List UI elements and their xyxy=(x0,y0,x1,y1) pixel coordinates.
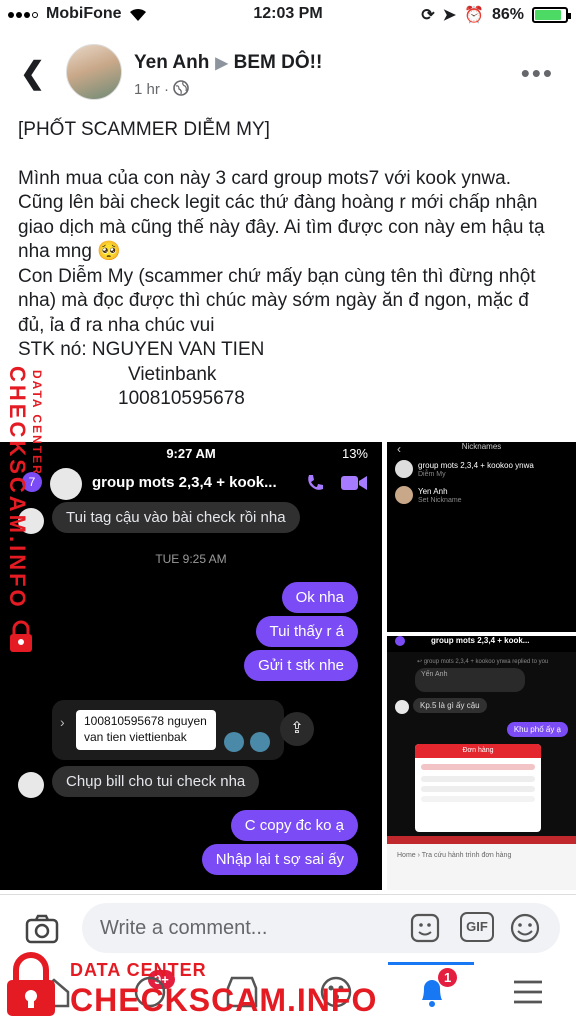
post-bank: Vietinbank xyxy=(128,363,217,385)
quoted-message: Yến Anh xyxy=(415,668,525,692)
shot-time: 9:27 AM xyxy=(166,446,216,461)
globe-icon xyxy=(173,80,190,96)
side-incoming-message: Kp.5 là gì ấy cậu xyxy=(413,698,487,713)
nickname-row-name: group mots 2,3,4 + kookoo ynwa xyxy=(418,461,534,470)
group-name[interactable]: BEM DÔ!! xyxy=(234,52,323,73)
reply-note: ↩ group mots 2,3,4 + kookoo ynwa replied… xyxy=(417,659,549,665)
status-bar: MobiFone 12:03 PM ⟳ ➤ ⏰ 86% xyxy=(0,0,576,30)
nicknames-screenshot[interactable]: ‹ Nicknames group mots 2,3,4 + kookoo yn… xyxy=(387,442,576,632)
incoming-message: Tui tag cậu vào bài check rồi nha xyxy=(52,502,300,533)
more-options-button[interactable]: ••• xyxy=(521,58,554,89)
back-button[interactable]: ❮ xyxy=(20,56,45,91)
order-screenshot: Đơn hàng xyxy=(415,744,541,832)
share-icon: ⇪ xyxy=(280,712,314,746)
nickname-row-name: Yen Anh xyxy=(418,487,448,496)
comment-placeholder: Write a comment... xyxy=(100,917,268,939)
active-tab-indicator xyxy=(388,962,474,965)
chevron-right-icon: › xyxy=(60,714,65,730)
camera-icon[interactable] xyxy=(24,911,60,947)
nicknames-title: Nicknames xyxy=(461,442,502,451)
rotation-lock-icon: ⟳ xyxy=(421,7,435,24)
nickname-row-sub: Set Nickname xyxy=(418,497,462,504)
telegram-icon xyxy=(224,732,244,752)
battery-icon xyxy=(532,7,571,23)
triangle-right-icon: ▶ xyxy=(215,55,228,72)
nickname-row-sub: Diễm My xyxy=(418,471,446,478)
post-images[interactable]: 9:27 AM 13% 7 group mots 2,3,4 + kook...… xyxy=(0,442,576,890)
avatar[interactable] xyxy=(66,44,122,100)
chat-screenshot-side[interactable]: group mots 2,3,4 + kook... ↩ group mots … xyxy=(387,636,576,890)
alarm-icon: ⏰ xyxy=(464,7,484,24)
watermark-checkscam: CHECKSCAM.INFO xyxy=(70,982,378,1018)
battery-fill xyxy=(535,10,561,20)
watermark-data-center: DATA CENTER xyxy=(70,960,207,980)
sender-avatar xyxy=(18,772,44,798)
comment-input[interactable]: Write a comment... GIF xyxy=(82,903,560,953)
post-timestamp[interactable]: 1 hr xyxy=(134,81,160,98)
post-stk-line: STK nó: NGUYEN VAN TIEN xyxy=(18,339,265,360)
notification-badge: 1 xyxy=(438,968,458,987)
watermark-bottom: DATA CENTER CHECKSCAM.INFO xyxy=(0,948,376,1024)
outgoing-message: Gửi t stk nhe xyxy=(244,650,358,681)
outgoing-message: Nhập lại t sợ sai ấy xyxy=(201,844,358,875)
post-title: [PHỐT SCAMMER DIỄM MY] xyxy=(18,119,270,140)
watermark-checkscam: CHECKSCAM.INFO xyxy=(5,366,30,610)
phone-icon xyxy=(308,475,323,490)
outgoing-message: Tui thấy r á xyxy=(255,616,358,647)
author-name[interactable]: Yen Anh xyxy=(134,52,209,73)
watermark-vertical: CHECKSCAM.INFO DATA CENTER xyxy=(4,310,44,652)
menu-icon[interactable] xyxy=(508,972,548,1012)
outgoing-message: Ok nha xyxy=(281,582,358,613)
order-title: Đơn hàng xyxy=(415,744,541,758)
location-icon: ➤ xyxy=(442,7,457,24)
post-author[interactable]: Yen Anh ▶ BEM DÔ!! xyxy=(134,52,322,74)
battery-percent: 86% xyxy=(491,6,524,23)
emoji-icon[interactable] xyxy=(508,911,542,945)
sticker-icon[interactable] xyxy=(408,911,442,945)
side-chat-title: group mots 2,3,4 + kook... xyxy=(431,636,530,645)
post-meta: 1 hr · xyxy=(134,80,190,98)
video-call-icon xyxy=(341,476,367,490)
account-message-card: › 100810595678 nguyen van tien viettienb… xyxy=(52,700,284,760)
chat-avatar xyxy=(50,468,82,500)
account-message: 100810595678 nguyen van tien viettienbak xyxy=(76,710,216,750)
shot-battery: 13% xyxy=(341,446,368,461)
account-line-2: van tien viettienbak xyxy=(84,730,187,744)
post-header: ❮ Yen Anh ▶ BEM DÔ!! 1 hr · ••• xyxy=(0,40,576,110)
incoming-message: Chụp bill cho tui check nha xyxy=(52,766,260,797)
account-line-1: 100810595678 nguyen xyxy=(84,714,207,728)
date-separator: TUE 9:25 AM xyxy=(155,552,227,566)
breadcrumb: Home › Tra cứu hành trình đơn hàng xyxy=(397,852,512,859)
side-outgoing-message: Khu phố ấy ạ xyxy=(506,722,568,737)
telegram-icon xyxy=(250,732,270,752)
padlock-icon xyxy=(7,952,55,1016)
padlock-icon xyxy=(10,620,32,652)
post-account: 100810595678 xyxy=(118,388,245,409)
post-paragraph-2: Con Diễm My (scammer chứ mấy bạn cùng tê… xyxy=(18,265,541,336)
watermark-data-center: DATA CENTER xyxy=(30,370,44,476)
chat-title: group mots 2,3,4 + kook... xyxy=(92,474,277,491)
chat-screenshot-main[interactable]: 9:27 AM 13% 7 group mots 2,3,4 + kook...… xyxy=(0,442,382,890)
gif-button[interactable]: GIF xyxy=(460,912,494,942)
nickname-avatar xyxy=(395,486,413,504)
post-body: [PHỐT SCAMMER DIỄM MY] Mình mua của con … xyxy=(18,118,558,412)
outgoing-message: C copy đc ko ạ xyxy=(230,810,358,841)
nickname-avatar xyxy=(395,460,413,478)
post-paragraph-1: Mình mua của con này 3 card group mots7 … xyxy=(18,167,550,263)
